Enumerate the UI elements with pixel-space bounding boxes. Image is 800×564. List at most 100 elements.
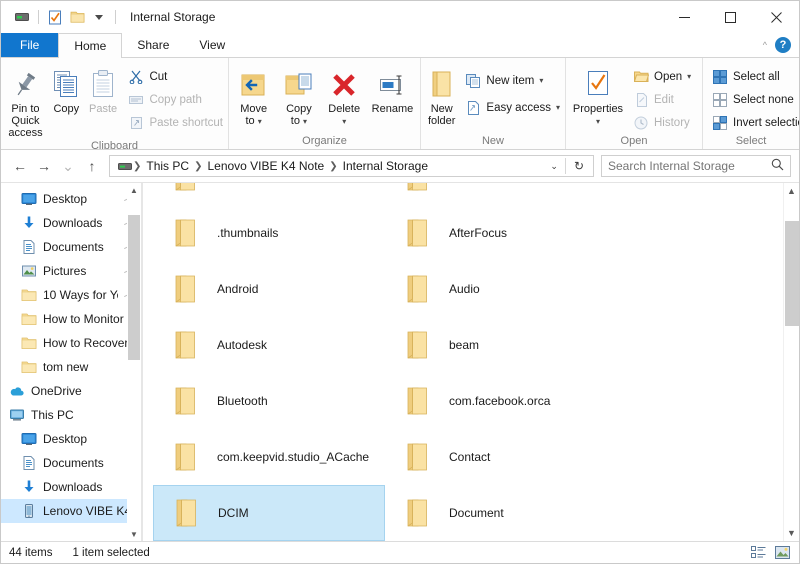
nav-scroll-thumb[interactable] <box>128 215 140 360</box>
sidebar-item-documents[interactable]: Documents <box>1 451 141 475</box>
details-view-button[interactable] <box>749 545 767 561</box>
breadcrumb-item-this-pc[interactable]: This PC <box>142 159 193 173</box>
delete-line1: Delete <box>328 103 361 115</box>
nav-scroll-track[interactable] <box>127 197 141 527</box>
refresh-icon[interactable]: ↻ <box>569 159 589 173</box>
file-item-android[interactable]: Android <box>153 261 385 317</box>
invert-selection-button[interactable]: Invert selection <box>709 113 799 132</box>
file-item-afterfocus[interactable]: AfterFocus <box>385 205 617 261</box>
breadcrumb-item-device[interactable]: Lenovo VIBE K4 Note <box>203 159 328 173</box>
cut-button[interactable]: Cut <box>125 67 226 86</box>
nav-scroll-up-icon[interactable]: ▲ <box>127 183 141 197</box>
back-button[interactable]: ← <box>9 155 31 177</box>
rename-button[interactable]: Rename <box>367 63 418 115</box>
tab-home[interactable]: Home <box>58 33 123 58</box>
delete-caret[interactable]: ▾ <box>342 117 346 126</box>
tab-share[interactable]: Share <box>122 33 184 57</box>
new-folder-icon[interactable] <box>66 6 88 28</box>
save-icon[interactable] <box>11 6 33 28</box>
up-button[interactable]: ↑ <box>81 155 103 177</box>
sidebar-item-lenovo-vibe-k4-n[interactable]: Lenovo VIBE K4 N <box>1 499 141 523</box>
properties-caret[interactable]: ▾ <box>596 117 600 126</box>
properties-button[interactable]: Properties ▾ <box>568 63 628 128</box>
delete-button[interactable]: Delete ▾ <box>322 63 367 128</box>
collapse-ribbon-icon[interactable]: ^ <box>763 40 767 50</box>
breadcrumb-sep-1[interactable]: ❯ <box>193 161 203 172</box>
paste-shortcut-button[interactable]: Paste shortcut <box>125 113 226 132</box>
breadcrumb-item-internal-storage[interactable]: Internal Storage <box>339 159 432 173</box>
file-item-contact[interactable]: Contact <box>385 429 617 485</box>
sidebar-item-10-ways-for-you[interactable]: 10 Ways for You <box>1 283 141 307</box>
open-caret[interactable]: ▾ <box>687 72 691 81</box>
file-item-partial[interactable] <box>385 183 617 205</box>
minimize-button[interactable] <box>661 1 707 33</box>
search-input[interactable] <box>608 159 771 173</box>
sidebar-item-desktop[interactable]: Desktop <box>1 427 141 451</box>
easy-access-button[interactable]: Easy access ▾ <box>462 98 563 117</box>
sidebar-item-onedrive[interactable]: OneDrive <box>1 379 141 403</box>
downloads-icon <box>21 215 37 231</box>
recent-locations-button[interactable]: ⌄ <box>57 155 79 177</box>
list-scroll-up-icon[interactable]: ▲ <box>784 183 800 199</box>
file-item-bluetooth[interactable]: Bluetooth <box>153 373 385 429</box>
forward-button[interactable]: → <box>33 155 55 177</box>
sidebar-item-downloads[interactable]: Downloads <box>1 211 141 235</box>
sidebar-item-pictures[interactable]: Pictures <box>1 259 141 283</box>
sidebar-item-this-pc[interactable]: This PC <box>1 403 141 427</box>
move-to-caret[interactable]: ▾ <box>258 117 262 126</box>
sidebar-item-downloads[interactable]: Downloads <box>1 475 141 499</box>
large-icons-view-button[interactable] <box>773 545 791 561</box>
select-none-button[interactable]: Select none <box>709 90 799 109</box>
easy-access-caret[interactable]: ▾ <box>556 103 560 112</box>
file-item-autodesk[interactable]: Autodesk <box>153 317 385 373</box>
new-item-button[interactable]: New item ▾ <box>462 71 563 90</box>
history-label: History <box>654 116 690 129</box>
pin-to-quick-access-button[interactable]: Pin to Quick access <box>3 63 48 139</box>
edit-button[interactable]: Edit <box>630 90 694 109</box>
maximize-button[interactable] <box>707 1 753 33</box>
breadcrumb-sep-2[interactable]: ❯ <box>328 161 338 172</box>
open-button[interactable]: Open ▾ <box>630 67 694 86</box>
list-scroll-thumb[interactable] <box>784 221 799 326</box>
select-all-button[interactable]: Select all <box>709 67 799 86</box>
search-box[interactable] <box>601 155 791 177</box>
search-icon[interactable] <box>771 158 784 174</box>
history-button[interactable]: History <box>630 113 694 132</box>
sidebar-item-desktop[interactable]: Desktop <box>1 187 141 211</box>
file-item-partial[interactable] <box>153 183 385 205</box>
copy-button[interactable]: Copy <box>48 63 85 115</box>
breadcrumb[interactable]: ❯ This PC ❯ Lenovo VIBE K4 Note ❯ Intern… <box>109 155 594 177</box>
file-list[interactable]: .thumbnails AfterFocus Android Audio Autodes… <box>143 183 799 541</box>
tab-view[interactable]: View <box>184 33 240 57</box>
move-to-button[interactable]: Move to ▾ <box>231 63 276 128</box>
file-item-com-keepvid-studio-acache[interactable]: com.keepvid.studio_ACache <box>153 429 385 485</box>
list-scroll-track[interactable] <box>783 199 799 525</box>
file-item-audio[interactable]: Audio <box>385 261 617 317</box>
file-item-beam[interactable]: beam <box>385 317 617 373</box>
file-item-document[interactable]: Document <box>385 485 617 541</box>
file-item-thumbnails[interactable]: .thumbnails <box>153 205 385 261</box>
help-icon[interactable]: ? <box>775 37 791 53</box>
customize-qat-caret[interactable] <box>88 6 110 28</box>
new-item-caret[interactable]: ▾ <box>539 76 543 85</box>
sidebar-item-how-to-recover[interactable]: How to Recover <box>1 331 141 355</box>
nav-scroll-down-icon[interactable]: ▼ <box>127 527 141 541</box>
sidebar-item-how-to-monitor[interactable]: How to Monitor <box>1 307 141 331</box>
sidebar-item-documents[interactable]: Documents <box>1 235 141 259</box>
copy-to-caret[interactable]: ▾ <box>303 117 307 126</box>
copy-path-button[interactable]: Copy path <box>125 90 226 109</box>
list-scroll-down-icon[interactable]: ▼ <box>784 525 800 541</box>
file-item-dcim[interactable]: DCIM <box>153 485 385 541</box>
navigation-scrollbar[interactable]: ▲ ▼ <box>127 183 141 541</box>
sidebar-item-tom-new[interactable]: tom new <box>1 355 141 379</box>
copy-to-button[interactable]: Copy to ▾ <box>276 63 321 128</box>
file-item-com-facebook-orca[interactable]: com.facebook.orca <box>385 373 617 429</box>
close-button[interactable] <box>753 1 799 33</box>
tab-file[interactable]: File <box>1 33 59 57</box>
file-list-scrollbar[interactable]: ▲ ▼ <box>783 183 799 541</box>
new-folder-button[interactable]: New folder <box>423 63 460 127</box>
properties-icon[interactable] <box>44 6 66 28</box>
chevron-down-icon[interactable]: ⌄ <box>546 161 562 172</box>
open-folder-icon <box>633 69 649 85</box>
paste-button[interactable]: Paste <box>85 63 122 115</box>
